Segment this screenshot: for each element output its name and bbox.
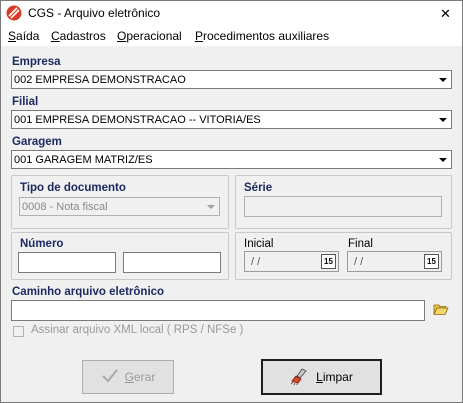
app-logo-icon <box>6 5 22 21</box>
gerar-button[interactable]: Gerar <box>82 360 174 394</box>
empresa-value: 002 EMPRESA DEMONSTRACAO <box>14 74 186 86</box>
inicial-value: / / <box>251 256 261 268</box>
main-window: CGS - Arquivo eletrônico ✕ Saída Cadastr… <box>0 0 463 403</box>
chevron-down-icon[interactable] <box>435 72 450 87</box>
close-button[interactable]: ✕ <box>429 1 462 26</box>
caminho-input[interactable] <box>11 300 425 321</box>
limpar-label: Limpar <box>316 370 353 384</box>
browse-folder-button[interactable] <box>429 300 452 321</box>
menu-bar: Saída Cadastros Operacional Procedimento… <box>1 26 462 46</box>
filial-select[interactable]: 001 EMPRESA DEMONSTRACAO -- VITORIA/ES <box>11 110 452 129</box>
assinar-label: Assinar arquivo XML local ( RPS / NFSe ) <box>31 324 244 336</box>
tipo-documento-select[interactable]: 0008 - Nota fiscal <box>19 197 220 216</box>
eraser-broom-icon <box>290 367 310 388</box>
checkmark-icon <box>101 368 119 387</box>
final-value: / / <box>354 256 364 268</box>
chevron-down-icon <box>203 199 218 214</box>
window-title: CGS - Arquivo eletrônico <box>28 6 161 20</box>
numero-end-input[interactable] <box>123 252 221 273</box>
empresa-label: Empresa <box>12 56 61 68</box>
final-label: Final <box>348 238 373 250</box>
menu-cadastros[interactable]: Cadastros <box>51 29 106 43</box>
tipo-documento-label: Tipo de documento <box>20 182 126 194</box>
numero-label: Número <box>20 238 64 250</box>
garagem-label: Garagem <box>12 136 62 148</box>
tipo-documento-value: 0008 - Nota fiscal <box>22 201 108 213</box>
serie-label: Série <box>244 182 273 194</box>
menu-procedimentos-auxiliares[interactable]: Procedimentos auxiliares <box>195 29 329 43</box>
limpar-button[interactable]: Limpar <box>261 359 382 395</box>
calendar-icon[interactable]: 15 <box>424 254 439 269</box>
gerar-label: Gerar <box>124 370 156 384</box>
empresa-select[interactable]: 002 EMPRESA DEMONSTRACAO <box>11 70 452 89</box>
final-date-input[interactable]: / / 15 <box>347 251 442 272</box>
garagem-value: 001 GARAGEM MATRIZ/ES <box>14 154 153 166</box>
serie-input[interactable] <box>244 196 442 217</box>
assinar-checkbox[interactable] <box>13 326 24 337</box>
chevron-down-icon[interactable] <box>435 152 450 167</box>
title-bar: CGS - Arquivo eletrônico ✕ <box>1 1 462 26</box>
inicial-date-input[interactable]: / / 15 <box>244 251 339 272</box>
numero-start-input[interactable] <box>18 252 116 273</box>
calendar-icon[interactable]: 15 <box>321 254 336 269</box>
garagem-select[interactable]: 001 GARAGEM MATRIZ/ES <box>11 150 452 169</box>
folder-icon <box>432 303 449 319</box>
inicial-label: Inicial <box>244 238 274 250</box>
filial-label: Filial <box>12 96 39 108</box>
menu-saida[interactable]: Saída <box>8 29 39 43</box>
caminho-label: Caminho arquivo eletrônico <box>12 286 165 298</box>
chevron-down-icon[interactable] <box>435 112 450 127</box>
filial-value: 001 EMPRESA DEMONSTRACAO -- VITORIA/ES <box>14 114 261 126</box>
menu-operacional[interactable]: Operacional <box>117 29 182 43</box>
